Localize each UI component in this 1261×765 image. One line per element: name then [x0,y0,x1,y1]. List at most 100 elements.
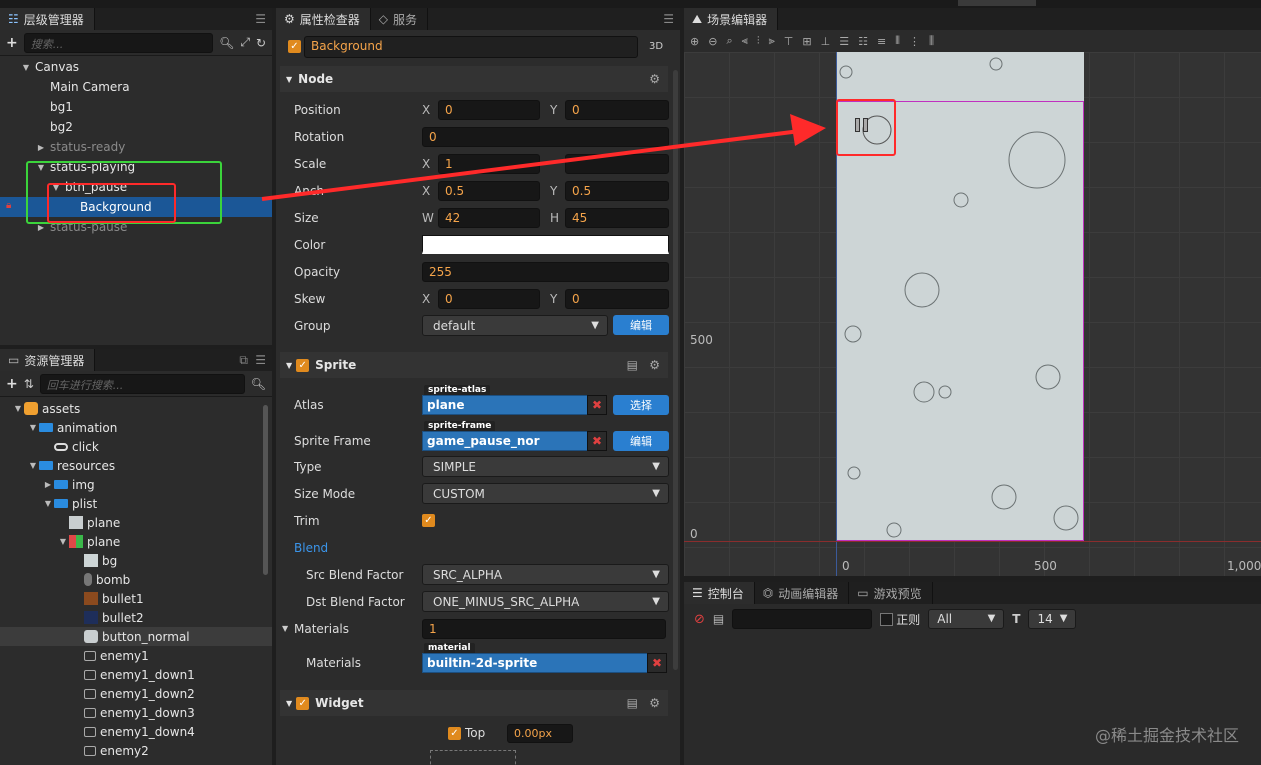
zoom-out-icon[interactable]: ⊖ [708,35,717,48]
position-y-input[interactable]: 0 [565,99,669,120]
collapse-arrow-icon[interactable]: ▶ [35,143,47,152]
regex-checkbox[interactable] [880,612,894,626]
zoom-in-icon[interactable]: ⊕ [690,35,699,48]
hierarchy-node[interactable]: ▼ Canvas [0,57,272,77]
clear-console-icon[interactable]: ⊘ [694,612,705,627]
size-height-input[interactable]: 45 [565,207,669,228]
color-swatch[interactable] [422,235,669,254]
scale-x-input[interactable]: 1 [438,153,540,174]
type-dropdown[interactable]: SIMPLE ▼ [422,456,669,477]
anchor-x-input[interactable]: 0.5 [438,180,540,201]
refresh-icon[interactable]: ↻ [256,36,266,50]
top-right-button[interactable] [958,0,1036,6]
asset-item[interactable]: bullet1 [0,589,272,608]
asset-item[interactable]: bullet2 [0,608,272,627]
align-center-h-icon[interactable]: ⫶ [757,34,760,48]
sprite-frame-asset-field[interactable]: game_pause_nor [422,431,588,451]
scene-viewport[interactable]: 500 0 0 500 1,000 [684,52,1261,576]
book-icon[interactable]: ▤ [627,358,638,372]
book-icon[interactable]: ▤ [627,696,638,710]
widget-enabled-checkbox[interactable]: ✓ [296,696,310,710]
lock-icon[interactable]: 🔒︎ [6,200,11,211]
add-asset-icon[interactable]: + [6,376,18,392]
trim-checkbox[interactable]: ✓ [422,514,435,527]
sprite-frame-edit-button[interactable]: 编辑 [613,431,669,451]
blend-label[interactable]: Blend [294,541,328,555]
widget-top-checkbox[interactable]: ✓ [448,727,461,740]
size-width-input[interactable]: 42 [438,207,540,228]
align-bottom-icon[interactable]: ⊥ [821,35,831,48]
locate-icon[interactable]: ⤢ [240,35,250,50]
skew-y-input[interactable]: 0 [565,288,669,309]
hierarchy-node[interactable]: ▶ status-ready [0,137,272,157]
asset-item[interactable]: ▼ assets [0,399,272,418]
skew-x-input[interactable]: 0 [438,288,540,309]
src-blend-dropdown[interactable]: SRC_ALPHA ▼ [422,564,669,585]
asset-item[interactable]: click [0,437,272,456]
clear-atlas-icon[interactable]: ✖ [587,395,607,415]
asset-item[interactable]: ▼ animation [0,418,272,437]
settings-icon[interactable]: ⚙ [649,358,660,372]
rotation-input[interactable]: 0 [422,126,669,147]
search-icon[interactable]: 🔍︎ [219,36,234,50]
asset-item[interactable]: enemy1_down2 [0,684,272,703]
align-right-icon[interactable]: ⫸ [769,34,775,48]
sort-icon[interactable]: ⇅ [24,377,34,391]
node-active-checkbox[interactable]: ✓ [288,40,301,53]
asset-item[interactable]: enemy1_down3 [0,703,272,722]
distribute-center-icon[interactable]: ⋮ [909,35,920,48]
distribute-bottom-icon[interactable]: ≡ [877,35,886,48]
expand-arrow-icon[interactable]: ▼ [20,63,32,72]
panel-menu-icon[interactable]: ⧉ [239,353,248,368]
tab-animation-editor[interactable]: ⏣ 动画编辑器 [754,582,850,604]
hierarchy-node[interactable]: bg2 [0,117,272,137]
collapse-arrow-icon[interactable]: ▶ [42,480,54,489]
tab-hierarchy[interactable]: ☷ 层级管理器 [0,8,95,30]
hierarchy-node[interactable]: Main Camera [0,77,272,97]
tab-services[interactable]: ◇ 服务 [370,8,429,30]
align-top-icon[interactable]: ⊤ [784,35,794,48]
widget-top-input[interactable]: 0.00px [507,724,573,743]
tab-scene[interactable]: ⛰ 场景编辑器 [684,8,779,30]
hierarchy-node[interactable]: bg1 [0,97,272,117]
panel-menu-icon[interactable]: ☰ [255,12,266,26]
expand-arrow-icon[interactable]: ▼ [12,404,24,413]
log-level-dropdown[interactable]: All ▼ [928,609,1005,629]
collapse-arrow-icon[interactable]: ▼ [282,624,288,633]
asset-item[interactable]: bomb [0,570,272,589]
expand-arrow-icon[interactable]: ▼ [27,423,39,432]
group-edit-button[interactable]: 编辑 [613,315,669,335]
dst-blend-dropdown[interactable]: ONE_MINUS_SRC_ALPHA ▼ [422,591,669,612]
scale-y-input[interactable] [565,153,669,174]
asset-item[interactable]: plane [0,513,272,532]
assets-scrollbar[interactable] [263,405,268,575]
asset-item[interactable]: enemy1 [0,646,272,665]
settings-icon[interactable]: ⚙ [649,696,660,710]
align-left-icon[interactable]: ⫷ [742,34,748,48]
group-dropdown[interactable]: default ▼ [422,315,608,336]
asset-item[interactable]: bg [0,551,272,570]
clear-material-icon[interactable]: ✖ [647,653,667,673]
widget-alignment-box[interactable] [430,750,516,765]
tab-game-preview[interactable]: ▭ 游戏预览 [849,582,933,604]
tab-console[interactable]: ☰ 控制台 [684,582,755,604]
asset-item[interactable]: enemy1_down4 [0,722,272,741]
clear-sprite-frame-icon[interactable]: ✖ [587,431,607,451]
hierarchy-search-input[interactable]: 搜索... [23,32,214,53]
atlas-select-button[interactable]: 选择 [613,395,669,415]
asset-item[interactable]: button_normal [0,627,272,646]
panel-menu-icon[interactable]: ☰ [663,12,674,26]
zoom-reset-icon[interactable]: ⌕ [726,34,732,48]
materials-count-input[interactable]: 1 [422,618,666,639]
asset-item[interactable]: ▼ plane [0,532,272,551]
mode-3d-toggle[interactable]: 3D [649,41,663,52]
expand-arrow-icon[interactable]: ▼ [42,499,54,508]
console-filter-input[interactable] [732,609,873,629]
atlas-asset-field[interactable]: plane [422,395,588,415]
asset-item[interactable]: ▶ img [0,475,272,494]
distribute-middle-icon[interactable]: ☷ [858,35,868,48]
search-icon[interactable]: 🔍︎ [251,377,266,391]
material-asset-field[interactable]: builtin-2d-sprite [422,653,648,673]
asset-item[interactable]: enemy2 [0,741,272,760]
node-section-header[interactable]: ▼ Node ⚙ [280,66,668,92]
